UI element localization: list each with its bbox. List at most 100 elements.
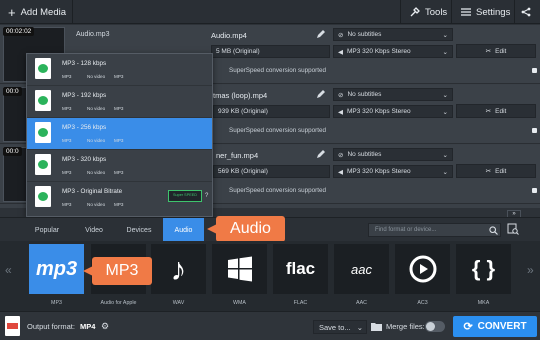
remove-file-icon[interactable] <box>532 68 537 73</box>
toolbar-divider <box>400 0 401 24</box>
share-button[interactable] <box>521 7 531 17</box>
mp3-file-icon <box>35 58 51 79</box>
tab-audio[interactable]: Audio <box>163 218 204 242</box>
edit-label: Edit <box>495 107 507 115</box>
chevron-down-icon: ⌄ <box>442 31 448 39</box>
preset-item-mp3-128[interactable]: MP3 - 128 kbps MP3 No video MP3 <box>27 54 212 86</box>
superspeed-note: SuperSpeed conversion supported <box>229 67 326 74</box>
duration-label: 00:02:02 <box>3 27 35 36</box>
preset-video: No video <box>87 202 106 207</box>
format-label: MP3 <box>51 300 62 306</box>
preset-item-mp3-256[interactable]: MP3 - 256 kbps MP3 No video MP3 <box>27 118 212 150</box>
chevron-down-icon: ⌄ <box>356 322 363 332</box>
preset-audio: MP3 <box>114 202 124 207</box>
scissors-icon: ✂ <box>485 48 492 55</box>
output-format-label: Output format: <box>27 322 75 331</box>
save-to-label: Save to... <box>319 322 351 332</box>
remove-file-icon[interactable] <box>532 188 537 193</box>
gear-icon[interactable]: ⚙ <box>101 321 109 332</box>
format-search-input[interactable]: Find format or device... <box>368 223 501 237</box>
aac-logo-icon: aac <box>334 244 389 294</box>
tools-button[interactable]: Tools <box>402 0 455 24</box>
format-mp3[interactable]: mp3 MP3 <box>29 244 84 307</box>
output-size-value: 5 MB (Original) <box>216 48 260 55</box>
output-size-value: 569 KB (Original) <box>218 168 268 175</box>
output-size-field[interactable]: 939 KB (Original) <box>213 105 330 118</box>
chevron-down-icon: ⌄ <box>442 151 448 159</box>
scroll-right-icon[interactable]: » <box>527 263 534 277</box>
format-label: WMA <box>233 300 246 306</box>
toolbar-divider <box>514 0 515 24</box>
device-detect-icon[interactable] <box>507 223 519 235</box>
format-mka[interactable]: { } MKA <box>456 244 511 307</box>
format-wav[interactable]: ♪ WAV <box>151 244 206 307</box>
preset-video: No video <box>87 138 106 143</box>
preset-audio: MP3 <box>114 106 124 111</box>
top-toolbar: + Add Media Tools Settings <box>0 0 540 24</box>
save-to-select[interactable]: Save to... ⌄ <box>313 320 367 334</box>
flac-logo-icon: flac <box>273 244 328 294</box>
output-format-value[interactable]: MP4 <box>80 322 95 331</box>
rename-pencil-icon[interactable] <box>316 29 326 39</box>
edit-button[interactable]: ✂ Edit <box>456 104 536 118</box>
output-size-field[interactable]: 569 KB (Original) <box>213 165 330 178</box>
settings-label: Settings <box>476 6 511 18</box>
settings-button[interactable]: Settings <box>453 0 518 24</box>
audio-track-select[interactable]: ◀ MP3 320 Kbps Stereo ⌄ <box>333 105 453 118</box>
preset-codec: MP3 <box>62 106 72 111</box>
rename-pencil-icon[interactable] <box>316 149 326 159</box>
subtitles-select[interactable]: ⊘ No subtitles ⌄ <box>333 148 453 161</box>
scissors-icon: ✂ <box>485 108 492 115</box>
menu-icon <box>461 8 471 16</box>
format-label: AAC <box>356 300 367 306</box>
scroll-left-icon[interactable]: « <box>5 263 12 277</box>
preset-codec: MP3 <box>62 138 72 143</box>
audio-track-value: MP3 320 Kbps Stereo <box>347 108 411 115</box>
remove-file-icon[interactable] <box>532 128 537 133</box>
format-wma[interactable]: WMA <box>212 244 267 307</box>
help-icon[interactable]: ? <box>205 193 208 199</box>
merge-files-label: Merge files: <box>386 322 425 331</box>
superspeed-note: SuperSpeed conversion supported <box>229 187 326 194</box>
chevron-down-icon: ⌄ <box>442 108 448 116</box>
mp3-callout: MP3 <box>92 257 152 285</box>
format-flac[interactable]: flac FLAC <box>273 244 328 307</box>
output-format-file-icon <box>5 316 20 336</box>
output-size-field[interactable]: 5 MB (Original) <box>211 45 330 58</box>
format-aac[interactable]: aac AAC <box>334 244 389 307</box>
tools-icon <box>410 7 420 17</box>
tab-popular[interactable]: Popular <box>25 218 69 242</box>
preset-title: MP3 - 256 kbps <box>62 124 107 131</box>
superspeed-badge: Super SPEED <box>168 190 202 202</box>
toolbar-divider <box>451 0 452 24</box>
convert-icon: ⟳ <box>463 321 473 333</box>
subtitles-select[interactable]: ⊘ No subtitles ⌄ <box>333 28 453 41</box>
duration-label: 00:0 <box>3 87 22 96</box>
preset-item-mp3-original[interactable]: MP3 - Original Bitrate MP3 No video MP3 … <box>27 182 212 214</box>
edit-label: Edit <box>495 47 507 55</box>
preset-item-mp3-192[interactable]: MP3 - 192 kbps MP3 No video MP3 <box>27 86 212 118</box>
tab-video[interactable]: Video <box>72 218 116 242</box>
add-media-button[interactable]: + Add Media <box>0 0 74 24</box>
format-strip: « » mp3 MP3 Audio for Apple ♪ WAV WMA fl… <box>0 241 540 311</box>
format-label: AC3 <box>417 300 428 306</box>
edit-button[interactable]: ✂ Edit <box>456 44 536 58</box>
subtitles-select[interactable]: ⊘ No subtitles ⌄ <box>333 88 453 101</box>
rename-pencil-icon[interactable] <box>316 89 326 99</box>
preset-video: No video <box>87 170 106 175</box>
preset-item-mp3-320[interactable]: MP3 - 320 kbps MP3 No video MP3 <box>27 150 212 182</box>
folder-icon[interactable] <box>371 322 382 331</box>
no-subtitles-icon: ⊘ <box>338 31 344 39</box>
tab-devices[interactable]: Devices <box>117 218 161 242</box>
merge-files-toggle[interactable] <box>425 321 445 332</box>
edit-button[interactable]: ✂ Edit <box>456 164 536 178</box>
format-ac3[interactable]: AC3 <box>395 244 450 307</box>
preset-audio: MP3 <box>114 170 124 175</box>
preset-title: MP3 - 128 kbps <box>62 60 107 67</box>
audio-track-select[interactable]: ◀ MP3 320 Kbps Stereo ⌄ <box>333 165 453 178</box>
convert-label: CONVERT <box>477 321 527 332</box>
play-circle-icon <box>395 244 450 294</box>
search-icon[interactable] <box>489 226 498 235</box>
convert-button[interactable]: ⟳ CONVERT <box>453 316 537 337</box>
audio-track-select[interactable]: ◀ MP3 320 Kbps Stereo ⌄ <box>333 45 453 58</box>
